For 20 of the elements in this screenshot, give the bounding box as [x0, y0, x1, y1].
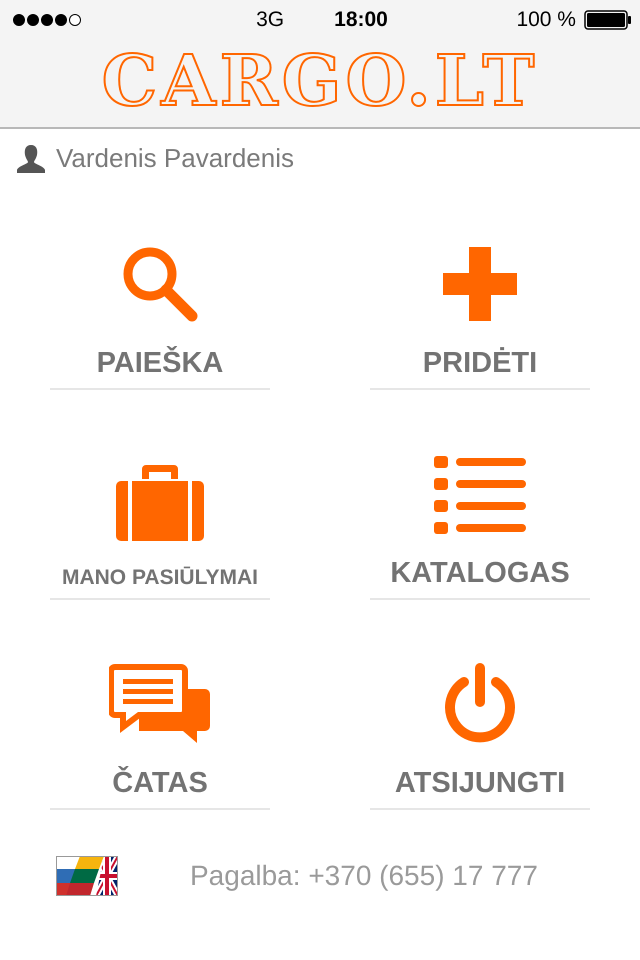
battery-icon [584, 10, 632, 30]
language-flags-icon[interactable] [56, 856, 118, 896]
menu-tile[interactable]: ČATAS [50, 652, 270, 810]
user-name: Vardenis Pavardenis [56, 143, 294, 174]
signal-icon [12, 13, 82, 27]
menu-tile[interactable]: MANO PASIŪLYMAI [50, 442, 270, 600]
menu-tile[interactable]: PRIDĖTI [370, 232, 590, 390]
network-label: 3G [256, 8, 284, 32]
chat-icon [109, 663, 211, 745]
menu-tile[interactable]: ATSIJUNGTI [370, 652, 590, 810]
plus-icon [443, 247, 517, 321]
logo: CARGO.LT [102, 46, 538, 116]
briefcase-icon [116, 463, 204, 543]
battery-percent: 100 % [516, 8, 576, 32]
list-icon [434, 454, 526, 534]
help-phone: Pagalba: +370 (655) 17 777 [190, 860, 538, 892]
clock: 18:00 [334, 8, 388, 32]
user-icon [16, 144, 46, 174]
menu-tile[interactable]: KATALOGAS [370, 442, 590, 600]
menu-tile[interactable]: PAIEŠKA [50, 232, 270, 390]
